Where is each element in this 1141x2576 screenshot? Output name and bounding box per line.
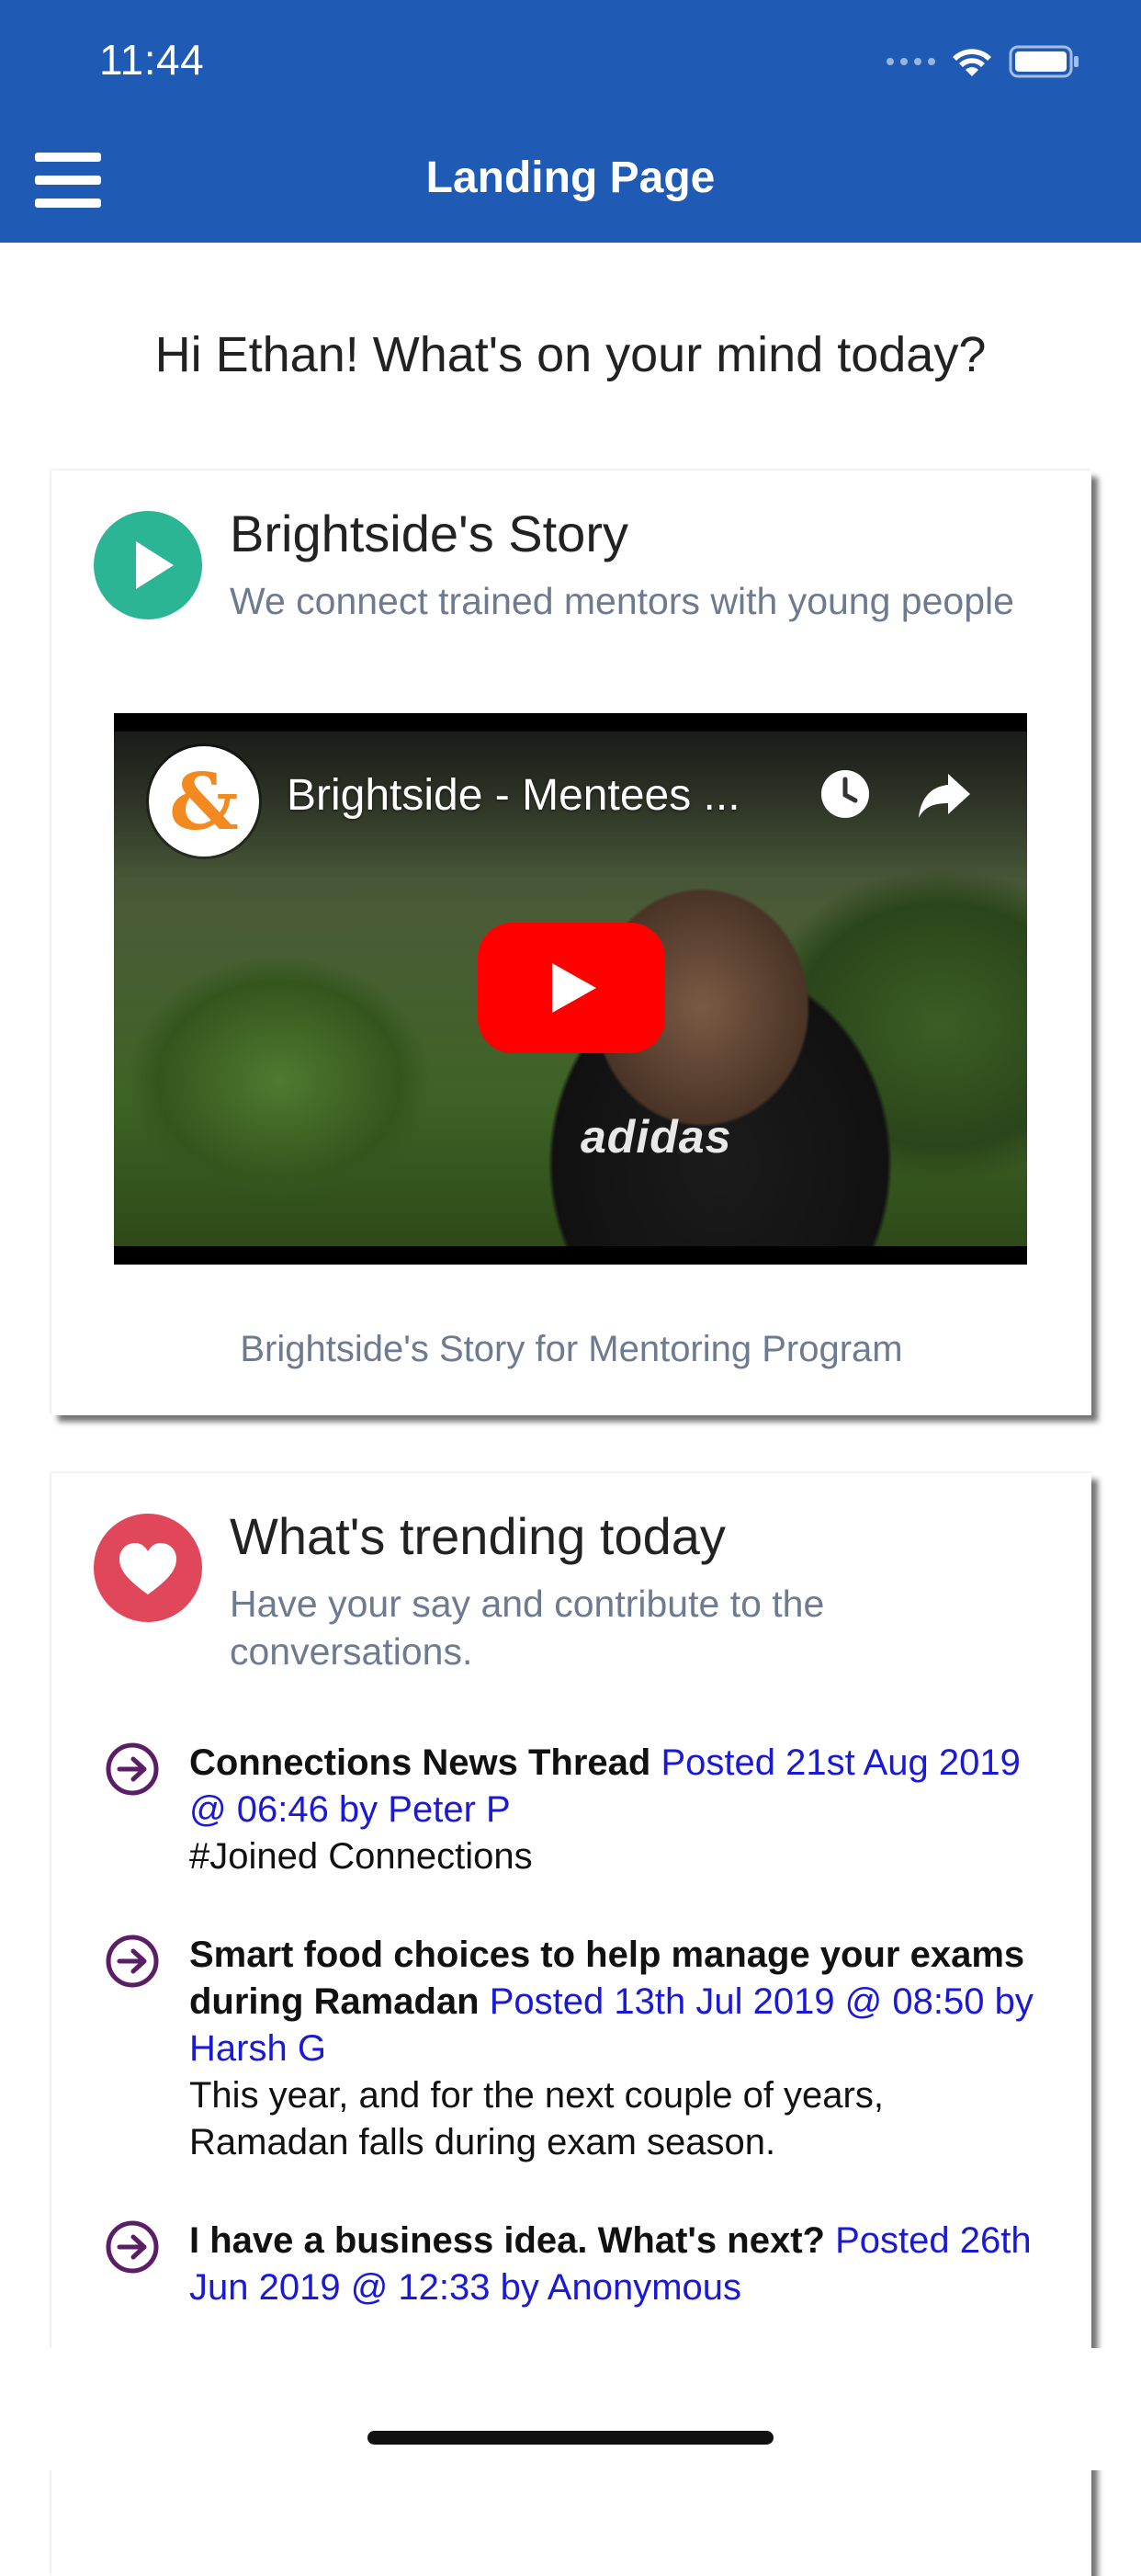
story-card-title: Brightside's Story — [230, 505, 628, 562]
status-bar-icons — [887, 44, 1080, 79]
cellular-signal-icon — [887, 58, 935, 65]
app-header: 11:44 Landing Page — [0, 0, 1141, 243]
video-shirt-text: adidas — [581, 1111, 732, 1163]
youtube-play-button[interactable] — [478, 923, 665, 1053]
watch-later-icon[interactable] — [818, 766, 873, 826]
arrow-right-circle-icon — [105, 1742, 160, 1797]
trending-item-title[interactable]: Connections News Thread — [189, 1742, 650, 1783]
trending-item[interactable]: Smart food choices to help manage your e… — [51, 1932, 1091, 2166]
trending-item-body: #Joined Connections — [189, 1836, 533, 1877]
story-card-subtitle: We connect trained mentors with young pe… — [230, 580, 1014, 622]
story-card: Brightside's Story We connect trained me… — [51, 471, 1091, 1415]
page-title: Landing Page — [425, 153, 716, 202]
arrow-right-circle-icon — [105, 1934, 160, 1989]
battery-icon — [1009, 44, 1080, 79]
trending-item[interactable]: I have a business idea. What's next? Pos… — [51, 2218, 1091, 2311]
status-bar-time: 11:44 — [99, 36, 205, 84]
bottom-safe-area — [0, 2348, 1141, 2470]
trending-item-title[interactable]: I have a business idea. What's next? — [189, 2220, 825, 2261]
play-circle-icon — [94, 511, 202, 619]
heart-circle-icon — [94, 1514, 202, 1622]
arrow-right-circle-icon — [105, 2219, 160, 2275]
trending-list: Connections News Thread Posted 21st Aug … — [51, 1740, 1091, 2363]
trending-item[interactable]: Connections News Thread Posted 21st Aug … — [51, 1740, 1091, 1880]
video-title[interactable]: Brightside - Mentees ... — [287, 770, 740, 821]
video-caption: Brightside's Story for Mentoring Program — [240, 1329, 903, 1369]
channel-logo[interactable]: & — [149, 746, 259, 857]
wifi-icon — [950, 45, 994, 78]
greeting-text: Hi Ethan! What's on your mind today? — [154, 327, 987, 382]
trending-item-body: This year, and for the next couple of ye… — [189, 2075, 884, 2162]
trending-card-subtitle: Have your say and contribute to the conv… — [230, 1583, 825, 1673]
trending-card-title: What's trending today — [230, 1507, 726, 1565]
home-indicator[interactable] — [367, 2431, 774, 2445]
share-icon[interactable] — [915, 766, 974, 826]
video-player[interactable]: & Brightside - Mentees ... adidas — [114, 713, 1027, 1265]
